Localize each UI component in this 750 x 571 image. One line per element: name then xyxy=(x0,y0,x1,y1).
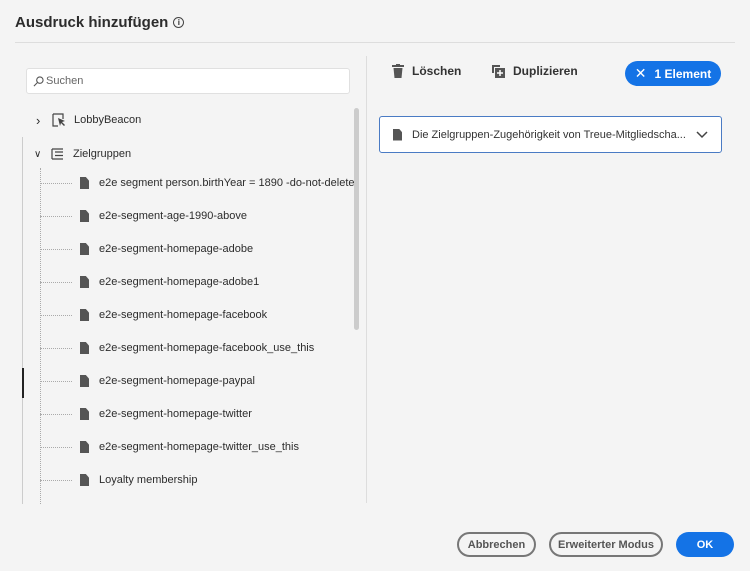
document-icon xyxy=(80,210,89,222)
duplicate-button[interactable]: Duplizieren xyxy=(491,64,578,78)
tree-item[interactable]: e2e-segment-homepage-facebook_use_this xyxy=(40,338,314,358)
chevron-down-icon[interactable]: ∨ xyxy=(34,149,51,160)
tree-item[interactable]: e2e-segment-homepage-adobe1 xyxy=(40,272,259,292)
tree-item-label: e2e-segment-homepage-facebook xyxy=(99,309,268,321)
document-icon xyxy=(80,375,89,387)
document-icon xyxy=(80,441,89,453)
selected-item-label: Die Zielgruppen-Zugehörigkeit von Treue-… xyxy=(412,128,686,141)
document-icon xyxy=(80,276,89,288)
tree-item-label: e2e-segment-age-1990-above xyxy=(99,210,247,222)
tree-connector xyxy=(40,314,72,316)
tree-connector xyxy=(40,281,72,283)
tree-item-label: e2e-segment-homepage-adobe xyxy=(99,243,254,255)
selection-count: 1 Element xyxy=(654,66,712,81)
trash-icon xyxy=(392,64,404,78)
tree-item-label: e2e-segment-homepage-facebook_use_this xyxy=(99,342,315,354)
list-icon xyxy=(51,148,63,160)
event-icon xyxy=(52,113,65,127)
tree-item-label: e2e segment person.birthYear = 1890 -do-… xyxy=(99,177,355,189)
tree-item[interactable]: e2e-segment-homepage-adobe xyxy=(40,239,253,259)
document-icon xyxy=(80,408,89,420)
tree-node-lobbybeacon[interactable]: › LobbyBeacon xyxy=(36,110,141,130)
chevron-down-icon[interactable] xyxy=(696,130,708,139)
tree-item-label: e2e-segment-homepage-twitter xyxy=(99,408,252,420)
selection-count-button[interactable]: ✕ 1 Element xyxy=(625,61,721,86)
search-placeholder: Suchen xyxy=(46,75,84,87)
tree-item-label: e2e-segment-homepage-twitter_use_this xyxy=(99,441,299,453)
divider xyxy=(15,42,735,43)
tree-item[interactable]: e2e-segment-homepage-twitter xyxy=(40,404,252,424)
delete-label: Löschen xyxy=(412,64,462,78)
tree-item[interactable]: e2e-segment-homepage-twitter_use_this xyxy=(40,437,299,457)
info-icon[interactable]: i xyxy=(173,17,185,28)
advanced-mode-button[interactable]: Erweiterter Modus xyxy=(549,532,663,557)
dialog-title-text: Ausdruck hinzufügen xyxy=(15,14,169,31)
duplicate-icon xyxy=(492,65,505,78)
tree-node-zielgruppen[interactable]: ∨ Zielgruppen xyxy=(34,144,131,164)
tree-guide xyxy=(22,137,23,504)
document-icon xyxy=(80,309,89,321)
tree-connector xyxy=(40,248,72,250)
ok-button[interactable]: OK xyxy=(676,532,734,557)
scrollbar[interactable] xyxy=(354,108,359,330)
tree-connector xyxy=(40,182,72,184)
tree-connector xyxy=(40,413,72,415)
tree-node-label: LobbyBeacon xyxy=(74,114,142,126)
delete-button[interactable]: Löschen xyxy=(392,64,461,78)
search-icon xyxy=(33,75,44,86)
tree-item[interactable]: e2e-segment-homepage-facebook xyxy=(40,305,267,325)
tree-connector xyxy=(40,479,72,481)
tree-item-label: Loyalty membership xyxy=(99,474,198,486)
tree-connector xyxy=(40,446,72,448)
duplicate-label: Duplizieren xyxy=(513,64,578,78)
tree-connector xyxy=(40,215,72,217)
selection-indicator xyxy=(22,368,24,398)
tree-node-label: Zielgruppen xyxy=(73,148,132,160)
tree-item-label: e2e-segment-homepage-adobe1 xyxy=(99,276,260,288)
chevron-right-icon[interactable]: › xyxy=(36,113,52,128)
cancel-button[interactable]: Abbrechen xyxy=(457,532,536,557)
panel-divider xyxy=(366,56,367,503)
document-icon xyxy=(80,474,89,486)
tree-item[interactable]: Loyalty membership xyxy=(40,470,197,490)
document-icon xyxy=(393,128,402,141)
close-icon: ✕ xyxy=(634,65,647,81)
document-icon xyxy=(80,177,89,189)
selected-item-dropdown[interactable]: Die Zielgruppen-Zugehörigkeit von Treue-… xyxy=(379,116,722,153)
tree-connector xyxy=(40,347,72,349)
tree-item[interactable]: e2e-segment-age-1990-above xyxy=(40,206,247,226)
tree-item[interactable]: e2e-segment-homepage-paypal xyxy=(40,371,255,391)
tree-connector xyxy=(40,380,72,382)
tree-view: › LobbyBeacon ∨ Zielgruppen e2e segment … xyxy=(22,104,358,504)
document-icon xyxy=(80,342,89,354)
document-icon xyxy=(80,243,89,255)
tree-item-label: e2e-segment-homepage-paypal xyxy=(99,375,255,387)
tree-item[interactable]: e2e segment person.birthYear = 1890 -do-… xyxy=(40,173,355,193)
search-input[interactable]: Suchen xyxy=(26,68,350,94)
dialog-title: Ausdruck hinzufügen i xyxy=(15,14,185,31)
